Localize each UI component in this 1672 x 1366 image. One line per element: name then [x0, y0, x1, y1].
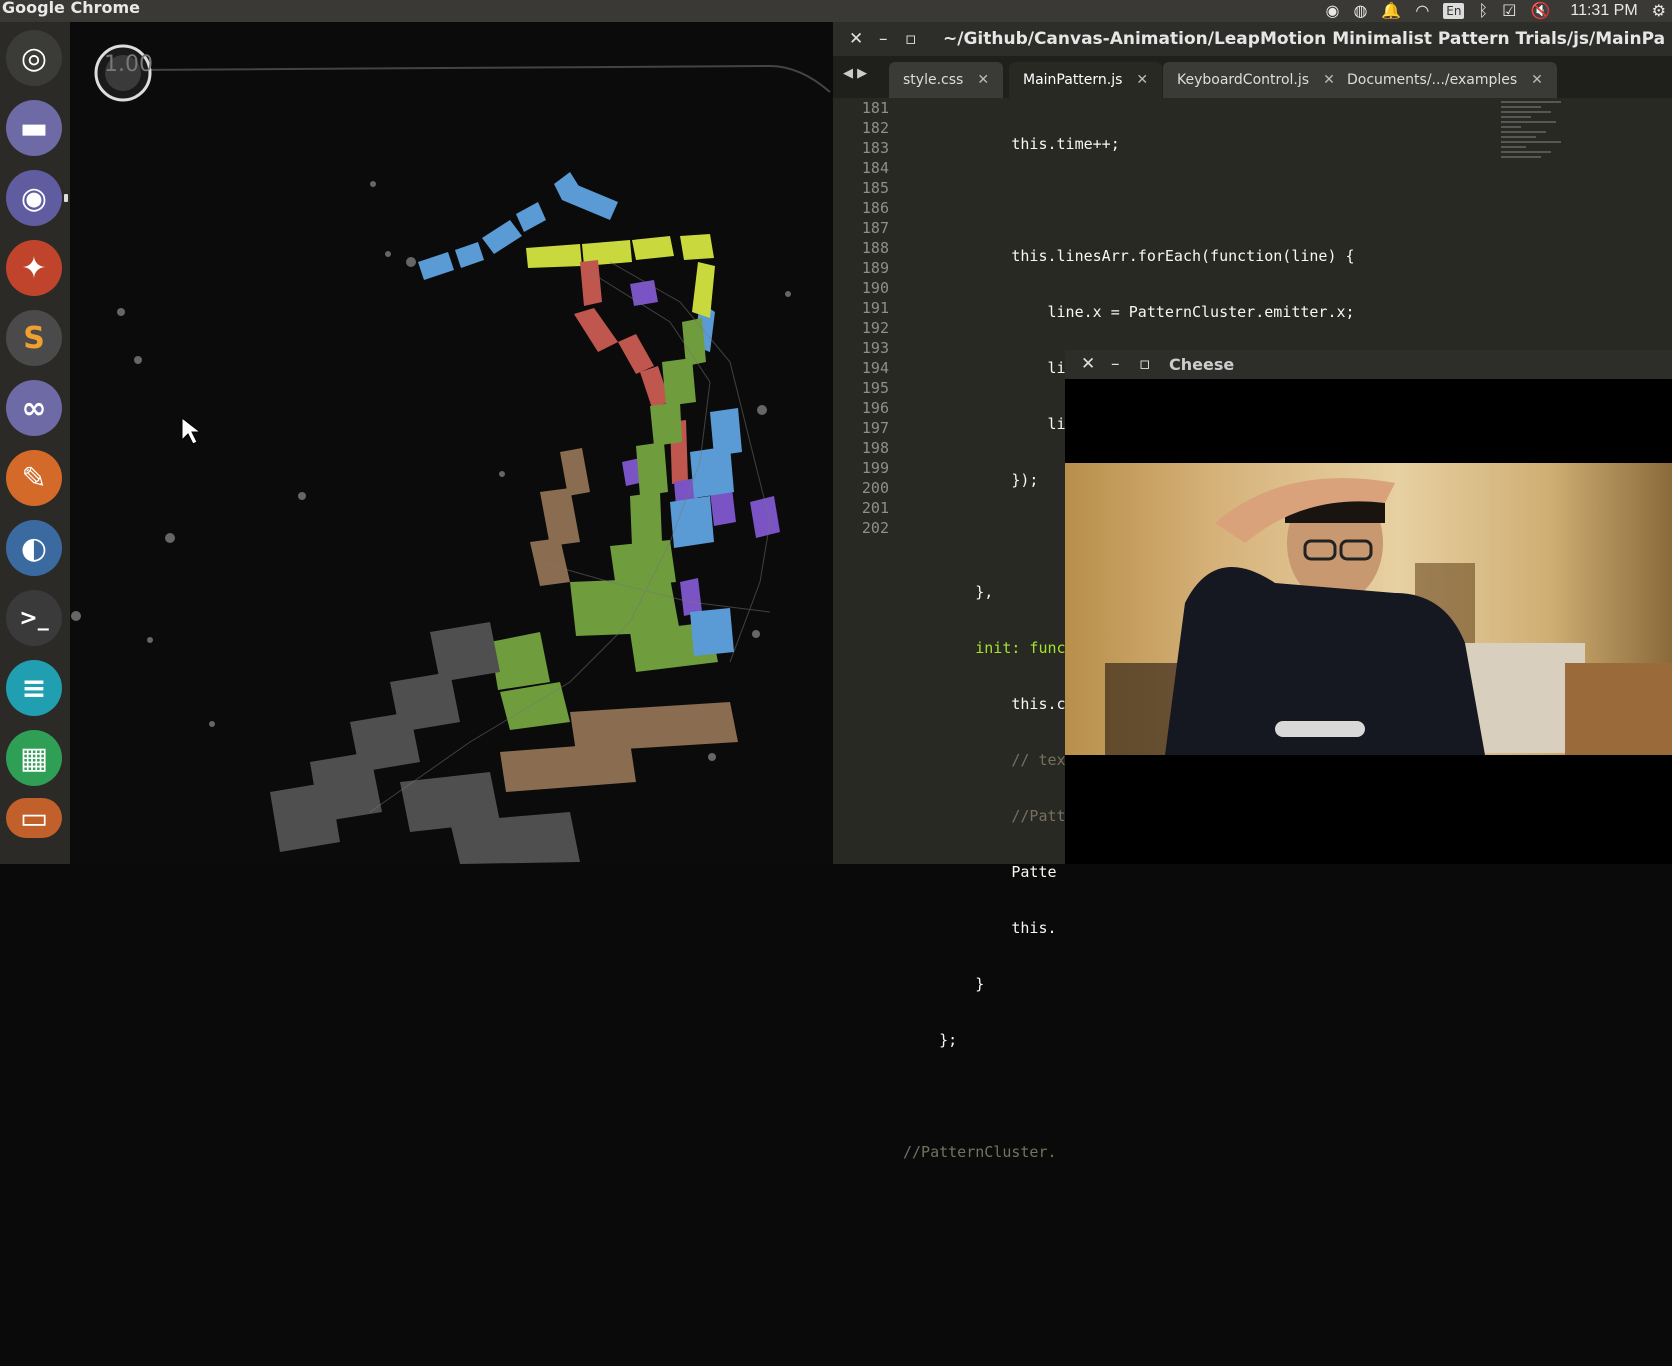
- app-title: Google Chrome: [2, 0, 141, 17]
- ubuntu-dash-icon[interactable]: ◎: [6, 30, 62, 86]
- running-indicator: [64, 194, 68, 202]
- text-editor-icon[interactable]: ≡: [6, 660, 62, 716]
- terminal-icon[interactable]: >_: [6, 590, 62, 646]
- code-line[interactable]: this.: [903, 918, 1533, 938]
- top-panel: Google Chrome ◉ ◍ 🔔 ◠ En ᛒ ☑ 🔇 11:31 PM …: [0, 0, 1672, 22]
- tab-close-icon[interactable]: ✕: [1531, 72, 1543, 88]
- line-number: 187: [861, 219, 889, 237]
- line-number: 183: [861, 139, 889, 157]
- line-number: 192: [861, 319, 889, 337]
- code-line[interactable]: };: [903, 1030, 1533, 1050]
- code-line[interactable]: [903, 1086, 1533, 1106]
- line-number: 200: [861, 479, 889, 497]
- line-number: 194: [861, 359, 889, 377]
- wifi-icon[interactable]: ◠: [1415, 3, 1429, 19]
- mouse-cursor: [181, 416, 202, 445]
- close-icon[interactable]: ✕: [849, 22, 863, 56]
- tab-scroll-arrows-icon[interactable]: ◀ ▶: [843, 66, 867, 81]
- shelf: [1565, 663, 1672, 755]
- system-tray: ◉ ◍ 🔔 ◠ En ᛒ ☑ 🔇 11:31 PM ⚙: [1325, 0, 1666, 22]
- line-number: 191: [861, 299, 889, 317]
- line-number: 202: [861, 519, 889, 537]
- firefox-icon[interactable]: ✦: [6, 240, 62, 296]
- maximize-icon[interactable]: ▫: [1139, 350, 1151, 379]
- tab-style-css[interactable]: style.css ✕: [889, 62, 1004, 98]
- code-line[interactable]: //PatternCluster.: [903, 1142, 1533, 1162]
- tab-label: style.css: [903, 72, 964, 88]
- webcam-scene: [1105, 478, 1672, 755]
- line-number: 193: [861, 339, 889, 357]
- line-number: 186: [861, 199, 889, 217]
- line-number: 198: [861, 439, 889, 457]
- line-number: 189: [861, 259, 889, 277]
- code-line[interactable]: [903, 1254, 1533, 1274]
- camera-icon[interactable]: ◉: [1325, 3, 1339, 19]
- tab-label: KeyboardControl.js: [1177, 72, 1310, 88]
- more-apps-icon[interactable]: ▭: [6, 798, 62, 838]
- code-line[interactable]: line.x = PatternCluster.emitter.x;: [903, 302, 1533, 322]
- tab-bar: ◀ ▶ style.css ✕ MainPattern.js ✕ KeyboardC…: [833, 56, 1672, 98]
- tab-keyboardcontrol-js[interactable]: KeyboardControl.js ✕: [1163, 62, 1349, 98]
- editor-titlebar: ✕ – ▫ ~/Github/Canvas-Animation/LeapMoti…: [833, 22, 1672, 56]
- blender-icon[interactable]: ◐: [6, 520, 62, 576]
- yellow-band: [526, 234, 715, 318]
- editor-window-title: ~/Github/Canvas-Animation/LeapMotion Min…: [943, 29, 1666, 49]
- tab-label: Documents/.../examples: [1347, 72, 1518, 88]
- tab-close-icon[interactable]: ✕: [977, 72, 989, 88]
- frame-line: [129, 64, 831, 93]
- minimap[interactable]: [1501, 98, 1571, 368]
- code-line[interactable]: this.linesArr.forEach(function(line) {: [903, 246, 1533, 266]
- gimp-icon[interactable]: ✎: [6, 450, 62, 506]
- unity-launcher: ◎ ▬ ◉ ✦ S ∞ ✎ ◐ >_ ≡ ▦ ▭: [0, 22, 71, 864]
- files-icon[interactable]: ▬: [6, 100, 62, 156]
- pattern-canvas[interactable]: 1.00: [70, 22, 833, 864]
- line-number: 188: [861, 239, 889, 257]
- sublime-text-icon[interactable]: S: [6, 310, 62, 366]
- tab-documents-examples[interactable]: Documents/.../examples ✕: [1333, 62, 1557, 98]
- fps-readout: 1.00: [104, 52, 153, 77]
- code-line[interactable]: Patte: [903, 862, 1533, 882]
- line-number: 197: [861, 419, 889, 437]
- keyboard-layout-indicator[interactable]: En: [1443, 3, 1465, 19]
- pattern-artwork: [71, 44, 831, 864]
- code-line[interactable]: [903, 1310, 1533, 1330]
- bluetooth-icon[interactable]: ᛒ: [1478, 3, 1488, 19]
- clock[interactable]: 11:31 PM: [1570, 3, 1637, 19]
- cheese-window-title: Cheese: [1169, 355, 1235, 374]
- minimize-icon[interactable]: –: [1111, 350, 1120, 379]
- close-icon[interactable]: ✕: [1081, 350, 1095, 379]
- volume-mute-icon[interactable]: 🔇: [1530, 3, 1550, 19]
- code-line[interactable]: [903, 1198, 1533, 1218]
- spreadsheet-icon[interactable]: ▦: [6, 730, 62, 786]
- cheese-titlebar: ✕ – ▫ Cheese: [1065, 350, 1672, 379]
- swirl-app-icon[interactable]: ∞: [6, 380, 62, 436]
- line-number: 190: [861, 279, 889, 297]
- checkbox-icon[interactable]: ☑: [1502, 3, 1516, 19]
- line-number-gutter: 181 182 183 184 185 186 187 188 189 190 …: [833, 98, 889, 538]
- code-line[interactable]: }: [903, 974, 1533, 994]
- chrome-icon[interactable]: ◍: [1353, 3, 1367, 19]
- cheese-window: ✕ – ▫ Cheese: [1065, 350, 1672, 864]
- code-line[interactable]: [903, 190, 1533, 210]
- line-number: 199: [861, 459, 889, 477]
- leap-motion-device: [1275, 721, 1365, 737]
- tab-label: MainPattern.js: [1023, 72, 1123, 88]
- line-number: 182: [861, 119, 889, 137]
- tab-close-icon[interactable]: ✕: [1136, 72, 1148, 88]
- code-line[interactable]: this.time++;: [903, 134, 1533, 154]
- line-number: 184: [861, 159, 889, 177]
- minimize-icon[interactable]: –: [879, 22, 888, 56]
- webcam-feed: [1065, 463, 1672, 755]
- line-number: 201: [861, 499, 889, 517]
- line-number: 196: [861, 399, 889, 417]
- maximize-icon[interactable]: ▫: [905, 22, 917, 56]
- line-number: 195: [861, 379, 889, 397]
- line-number: 185: [861, 179, 889, 197]
- chrome-launcher-icon[interactable]: ◉: [6, 170, 62, 226]
- tab-mainpattern-js[interactable]: MainPattern.js ✕: [1009, 62, 1163, 98]
- gear-icon[interactable]: ⚙: [1652, 3, 1666, 19]
- line-number: 181: [861, 99, 889, 117]
- bell-icon[interactable]: 🔔: [1381, 3, 1401, 19]
